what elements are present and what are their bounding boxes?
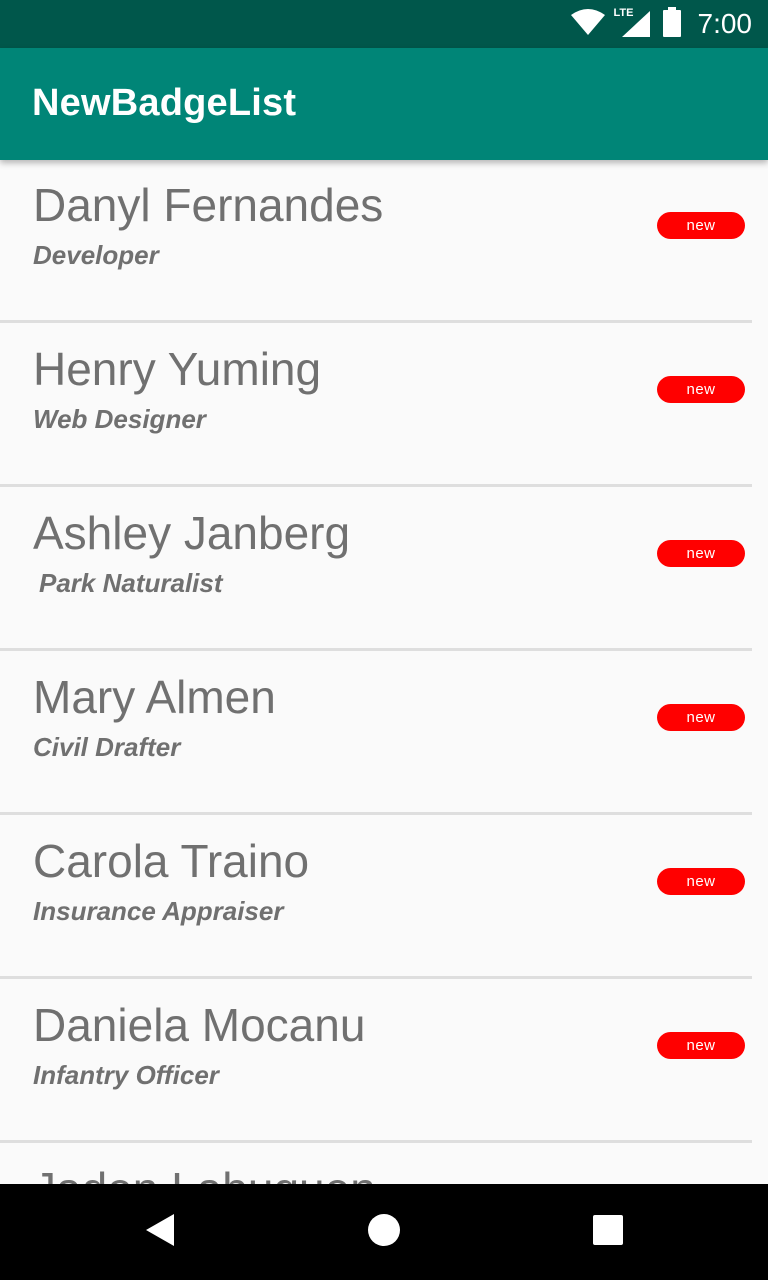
back-icon [144,1213,176,1252]
list-item[interactable]: Mary Almen Civil Drafter new [0,652,768,816]
new-badge: new [657,1032,745,1059]
home-icon [367,1213,401,1252]
person-role: Insurance Appraiser [33,896,284,926]
new-badge: new [657,868,745,895]
person-name: Mary Almen [33,671,276,723]
navigation-bar [0,1184,768,1280]
person-name: Carola Traino [33,835,310,887]
person-name: Jaden Labuguen [33,1162,376,1184]
cell-signal-icon: LTE [614,7,652,39]
list-item[interactable]: Jaden Labuguen [0,1144,768,1184]
new-badge: new [657,540,745,567]
list-item[interactable]: Danyl Fernandes Developer new [0,160,768,324]
badge-list[interactable]: Danyl Fernandes Developer new Henry Yumi… [0,160,768,1184]
new-badge: new [657,376,745,403]
recents-icon [592,1214,624,1251]
home-button[interactable] [336,1184,432,1280]
list-item[interactable]: Daniela Mocanu Infantry Officer new [0,980,768,1144]
list-item[interactable]: Carola Traino Insurance Appraiser new [0,816,768,980]
status-icons: LTE 7:00 [570,0,753,48]
recents-button[interactable] [560,1184,656,1280]
person-name: Daniela Mocanu [33,999,366,1051]
new-badge: new [657,704,745,731]
divider [0,1140,752,1143]
status-bar: LTE 7:00 [0,0,768,48]
status-time: 7:00 [697,8,753,39]
divider [0,812,752,815]
screen: LTE 7:00 NewBadgeList Danyl Fernandes De… [0,0,768,1280]
person-name: Henry Yuming [33,343,322,395]
person-name: Ashley Janberg [33,507,351,559]
person-name: Danyl Fernandes [33,179,384,231]
divider [0,320,752,323]
list-item[interactable]: Ashley Janberg Park Naturalist new [0,488,768,652]
divider [0,484,752,487]
person-role: Civil Drafter [33,732,181,762]
wifi-icon [570,7,606,42]
person-role: Infantry Officer [33,1060,219,1090]
battery-icon [662,6,682,42]
app-bar: NewBadgeList [0,48,768,160]
divider [0,648,752,651]
app-title: NewBadgeList [32,82,297,124]
person-role: Developer [33,240,159,270]
person-role: Park Naturalist [39,568,223,598]
divider [0,976,752,979]
back-button[interactable] [112,1184,208,1280]
list-item[interactable]: Henry Yuming Web Designer new [0,324,768,488]
new-badge: new [657,212,745,239]
person-role: Web Designer [33,404,206,434]
